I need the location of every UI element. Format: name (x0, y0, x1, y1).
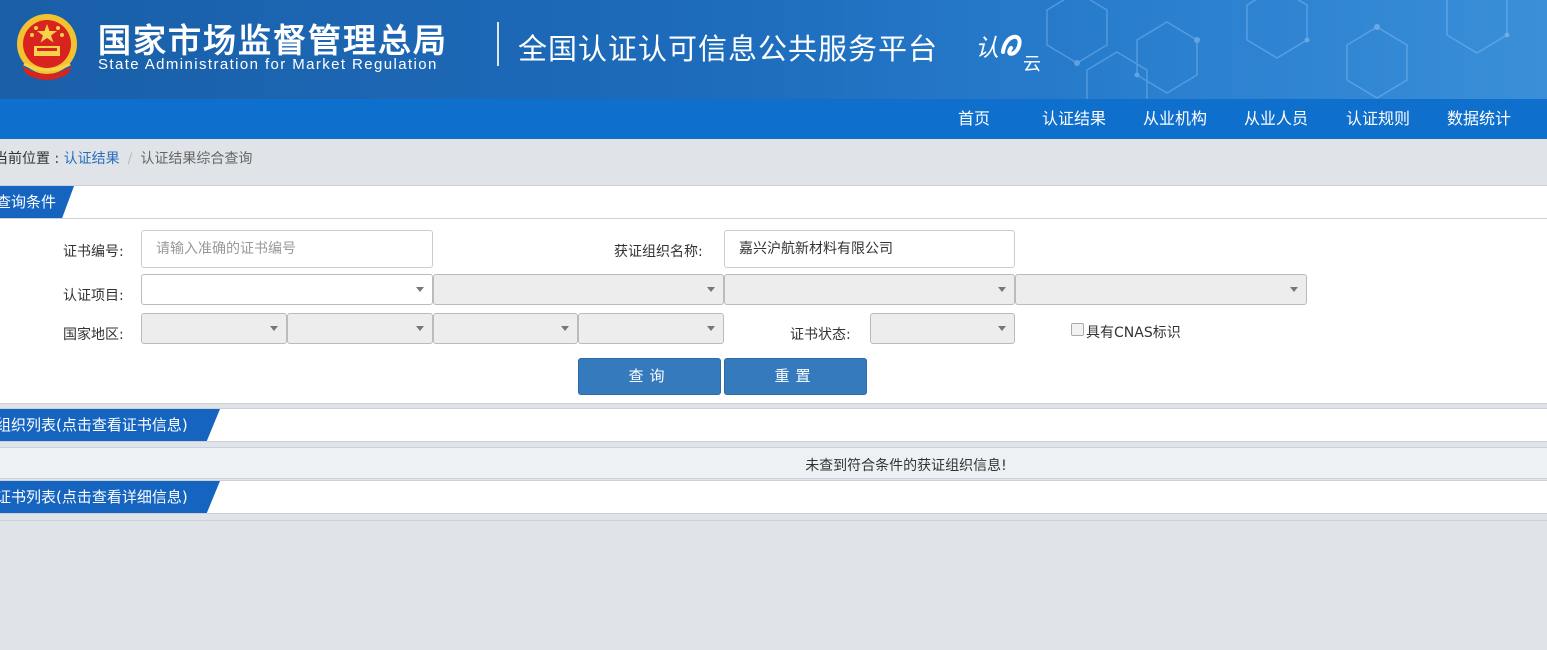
cert-status-select[interactable] (870, 313, 1015, 344)
agency-name-en: State Administration for Market Regulati… (98, 56, 438, 73)
org-list-empty-message: 未查到符合条件的获证组织信息! (805, 458, 1007, 474)
org-name-input[interactable]: 嘉兴沪航新材料有限公司 (724, 230, 1015, 268)
org-list-section-header: 组织列表(点击查看证书信息) (0, 408, 1547, 442)
nav-item-statistics[interactable]: 数据统计 (1447, 99, 1511, 139)
query-section-header: 查询条件 (0, 185, 1547, 219)
query-section-title: 查询条件 (0, 193, 57, 211)
cert-no-label: 证书编号: (63, 244, 124, 260)
cert-list-section-title: 证书列表(点击查看详细信息) (0, 488, 188, 506)
hexagon-pattern-decoration (1046, 0, 1510, 99)
query-form: 证书编号: 请输入准确的证书编号 获证组织名称: 嘉兴沪航新材料有限公司 认证项… (0, 219, 1547, 404)
breadcrumb-prefix: 当前位置 : (0, 151, 64, 167)
reset-button[interactable]: 重置 (724, 358, 867, 395)
chevron-down-icon (1290, 287, 1298, 292)
site-banner: 国家市场监督管理总局 State Administration for Mark… (0, 0, 1547, 99)
agency-name-cn: 国家市场监督管理总局 (98, 21, 448, 60)
region-select-4[interactable] (578, 313, 724, 344)
query-section-tab: 查询条件 (0, 186, 74, 218)
region-select-3[interactable] (433, 313, 578, 344)
breadcrumb-link-cert-results[interactable]: 认证结果 (64, 151, 120, 167)
title-divider (497, 22, 499, 66)
region-select-1[interactable] (141, 313, 287, 344)
cert-list-section-tab: 证书列表(点击查看详细信息) (0, 481, 220, 513)
cert-no-input[interactable]: 请输入准确的证书编号 (141, 230, 433, 268)
cnas-checkbox-label: 具有CNAS标识 (1086, 325, 1181, 341)
chevron-down-icon (998, 287, 1006, 292)
breadcrumb-separator: / (127, 151, 133, 167)
cert-status-label: 证书状态: (790, 327, 851, 343)
cert-project-select-3[interactable] (724, 274, 1015, 305)
chevron-down-icon (707, 326, 715, 331)
region-select-2[interactable] (287, 313, 433, 344)
search-button[interactable]: 查询 (578, 358, 721, 395)
org-list-empty-row: 未查到符合条件的获证组织信息! (0, 447, 1547, 479)
cert-project-select-2[interactable] (433, 274, 724, 305)
cert-project-select-4[interactable] (1015, 274, 1307, 305)
platform-logo: 认云 认 云 (975, 34, 1041, 74)
chevron-down-icon (416, 326, 424, 331)
nav-item-cert-rules[interactable]: 认证规则 (1346, 99, 1410, 139)
bottom-divider (0, 520, 1547, 521)
chevron-down-icon (707, 287, 715, 292)
nav-item-home[interactable]: 首页 (958, 99, 990, 139)
nav-item-cert-results[interactable]: 认证结果 (1042, 99, 1106, 139)
nav-item-institutions[interactable]: 从业机构 (1143, 99, 1207, 139)
main-nav: 首页 认证结果 从业机构 从业人员 认证规则 数据统计 (0, 99, 1547, 139)
chevron-down-icon (561, 326, 569, 331)
cert-list-section-header: 证书列表(点击查看详细信息) (0, 480, 1547, 514)
org-list-section-title: 组织列表(点击查看证书信息) (0, 416, 188, 434)
breadcrumb-current: 认证结果综合查询 (140, 151, 253, 167)
chevron-down-icon (270, 326, 278, 331)
cnas-checkbox[interactable] (1071, 323, 1084, 336)
org-name-label: 获证组织名称: (614, 244, 703, 260)
national-emblem-icon (17, 14, 77, 80)
cert-project-select-1[interactable] (141, 274, 433, 305)
svg-text:云: 云 (1023, 54, 1041, 74)
platform-title: 全国认证认可信息公共服务平台 (518, 32, 939, 66)
svg-text:认: 认 (975, 34, 999, 62)
region-label: 国家地区: (63, 327, 124, 343)
chevron-down-icon (416, 287, 424, 292)
cert-project-label: 认证项目: (63, 288, 124, 304)
org-list-section-tab: 组织列表(点击查看证书信息) (0, 409, 220, 441)
breadcrumb: 当前位置 : 认证结果 / 认证结果综合查询 (0, 148, 252, 168)
chevron-down-icon (998, 326, 1006, 331)
nav-item-personnel[interactable]: 从业人员 (1244, 99, 1308, 139)
